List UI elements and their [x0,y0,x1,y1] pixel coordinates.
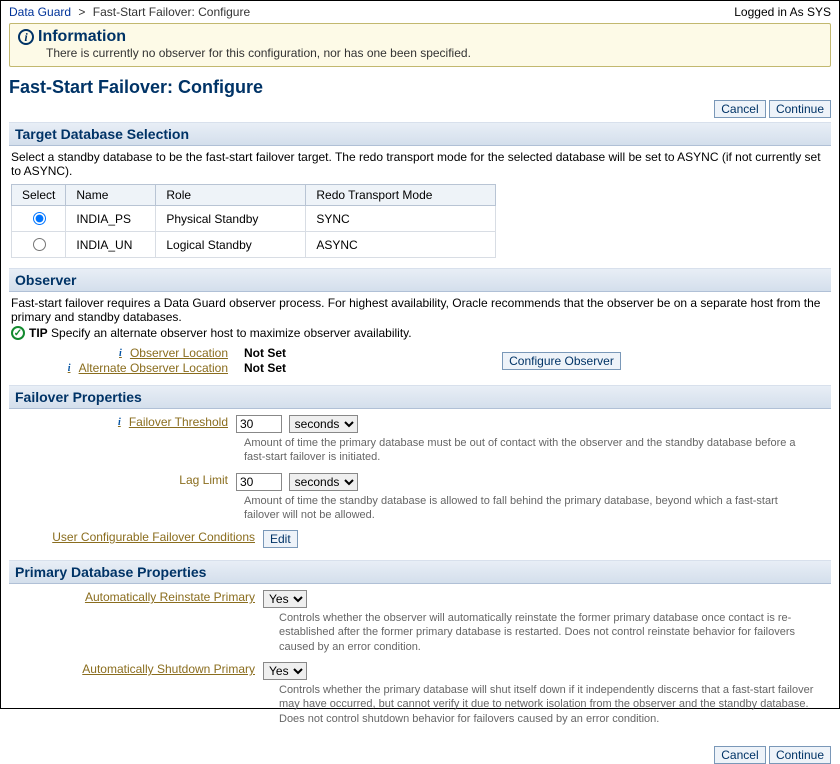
col-mode: Redo Transport Mode [306,185,496,206]
col-select: Select [12,185,66,206]
tip-label: TIP [29,326,48,340]
login-status: Logged in As SYS [734,5,831,19]
failover-threshold-hint: Amount of time the primary database must… [236,435,796,471]
info-small-icon: i [114,417,125,428]
observer-location-label[interactable]: iObserver Location [11,346,236,360]
info-title: Information [38,28,126,46]
table-row: INDIA_PS Physical Standby SYNC [12,206,496,232]
cell-name-0: INDIA_PS [66,206,156,232]
section-header-primary: Primary Database Properties [9,560,831,584]
check-icon: ✓ [11,326,25,340]
section-header-observer: Observer [9,268,831,292]
failover-threshold-input[interactable] [236,415,282,433]
continue-button[interactable]: Continue [769,100,831,118]
auto-reinstate-label[interactable]: Automatically Reinstate Primary [85,590,255,604]
lag-limit-label: Lag Limit [11,473,236,487]
select-radio-1[interactable] [33,238,46,251]
auto-shutdown-hint: Controls whether the primary database wi… [271,682,829,732]
section-header-failover: Failover Properties [9,385,831,409]
observer-location-value: Not Set [244,346,286,360]
lag-limit-input[interactable] [236,473,282,491]
failover-threshold-label[interactable]: iFailover Threshold [11,415,236,429]
section-header-target-db: Target Database Selection [9,122,831,146]
alt-observer-location-label[interactable]: iAlternate Observer Location [11,361,236,375]
failover-threshold-unit-select[interactable]: seconds [289,415,358,433]
auto-shutdown-select[interactable]: Yes [263,662,307,680]
breadcrumb: Data Guard > Fast-Start Failover: Config… [9,5,250,19]
auto-reinstate-hint: Controls whether the observer will autom… [271,610,829,660]
col-name: Name [66,185,156,206]
breadcrumb-current: Fast-Start Failover: Configure [93,5,250,19]
alt-observer-location-value: Not Set [244,361,286,375]
page-title: Fast-Start Failover: Configure [9,77,831,98]
cell-role-0: Physical Standby [156,206,306,232]
edit-button[interactable]: Edit [263,530,298,548]
cell-role-1: Logical Standby [156,232,306,258]
cancel-button-bottom[interactable]: Cancel [714,746,765,764]
tip-text: Specify an alternate observer host to ma… [51,326,412,340]
info-box: i Information There is currently no obse… [9,23,831,67]
auto-shutdown-label[interactable]: Automatically Shutdown Primary [82,662,255,676]
table-row: INDIA_UN Logical Standby ASYNC [12,232,496,258]
info-small-icon: i [115,348,126,359]
continue-button-bottom[interactable]: Continue [769,746,831,764]
breadcrumb-root-link[interactable]: Data Guard [9,5,71,19]
auto-reinstate-select[interactable]: Yes [263,590,307,608]
breadcrumb-separator: > [78,5,85,19]
select-radio-0[interactable] [33,212,46,225]
cell-name-1: INDIA_UN [66,232,156,258]
info-icon: i [18,29,34,45]
cell-mode-1: ASYNC [306,232,496,258]
configure-observer-button[interactable]: Configure Observer [502,352,621,370]
lag-limit-unit-select[interactable]: seconds [289,473,358,491]
failover-conditions-link[interactable]: User Configurable Failover Conditions [52,530,255,544]
col-role: Role [156,185,306,206]
lag-limit-hint: Amount of time the standby database is a… [236,493,796,529]
info-message: There is currently no observer for this … [46,46,822,60]
cell-mode-0: SYNC [306,206,496,232]
cancel-button[interactable]: Cancel [714,100,765,118]
target-db-blurb: Select a standby database to be the fast… [11,150,829,178]
target-db-table: Select Name Role Redo Transport Mode IND… [11,184,496,258]
observer-blurb: Fast-start failover requires a Data Guar… [11,296,829,324]
info-small-icon: i [64,363,75,374]
